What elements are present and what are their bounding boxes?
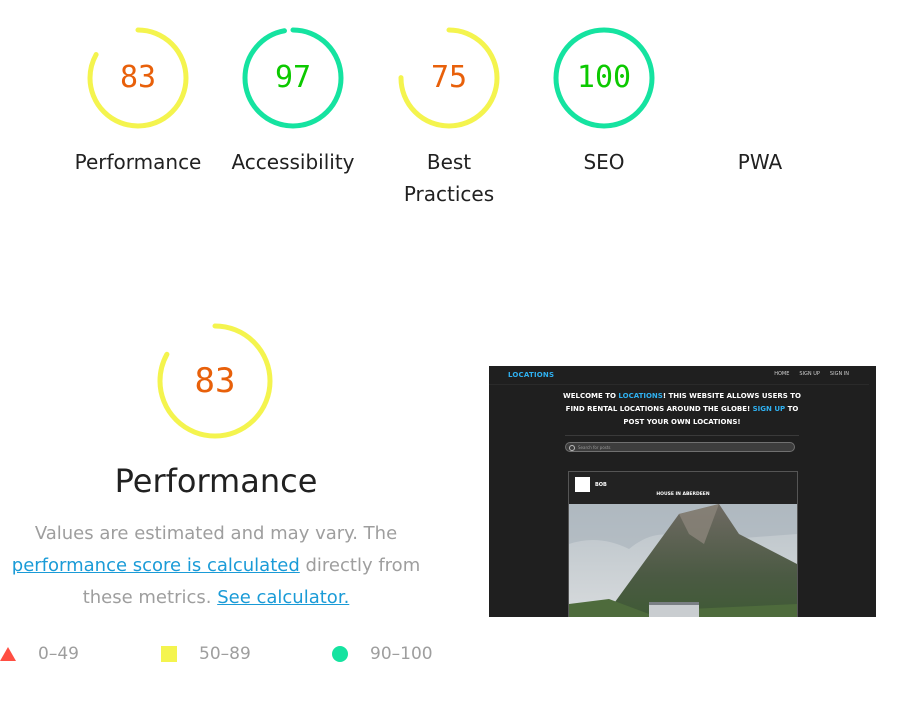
legend-range: 0–49	[38, 644, 79, 664]
category-seo[interactable]: 100 SEO	[529, 26, 679, 178]
legend-range: 50–89	[199, 644, 251, 664]
search-placeholder: Search for posts	[578, 445, 611, 450]
gauge-score: 83	[119, 60, 157, 95]
thumb-post-card: BOB HOUSE IN ABERDEEN	[568, 471, 798, 617]
triangle-icon	[0, 647, 16, 661]
legend-pass: 90–100	[332, 644, 433, 664]
welcome-highlight: LOCATIONS	[618, 392, 663, 400]
thumb-nav-signup: SIGN UP	[799, 371, 820, 377]
gauge-label: PWA	[737, 150, 783, 174]
gauge-score: 100	[576, 60, 632, 95]
gauge-score: 83	[194, 361, 236, 401]
performance-score-gauge: 83	[156, 322, 274, 440]
welcome-part: WELCOME TO	[563, 392, 619, 400]
card-title: HOUSE IN ABERDEEN	[656, 492, 710, 497]
accessibility-gauge: 97	[241, 26, 345, 130]
gauge-label: SEO	[583, 150, 625, 174]
gauge-score: 97	[274, 60, 312, 95]
thumb-nav-signin: SIGN IN	[829, 371, 849, 377]
legend-range: 90–100	[370, 644, 433, 664]
gauge-label: Accessibility	[231, 150, 355, 174]
category-performance[interactable]: 83 Performance	[63, 26, 213, 178]
square-icon	[161, 646, 177, 662]
card-user: BOB	[595, 482, 607, 488]
thumb-brand: LOCATIONS	[508, 371, 555, 379]
welcome-highlight: SIGN UP	[752, 405, 786, 413]
category-best-practices[interactable]: 75 Best Practices	[374, 26, 524, 210]
final-screenshot-thumbnail[interactable]: LOCATIONS HOME SIGN UP SIGN IN WELCOME T…	[489, 366, 876, 617]
performance-title: Performance	[114, 462, 318, 500]
thumb-nav-home: HOME	[774, 371, 790, 377]
legend-fail: 0–49	[0, 644, 79, 664]
thumb-divider	[565, 435, 799, 436]
thumb-welcome-text: WELCOME TO LOCATIONS! THIS WEBSITE ALLOW…	[559, 390, 805, 429]
see-calculator-link[interactable]: See calculator.	[217, 587, 349, 608]
pwa-gauge	[708, 26, 812, 130]
avatar	[575, 477, 590, 492]
seo-gauge: 100	[552, 26, 656, 130]
performance-gauge: 83	[86, 26, 190, 130]
gauge-score: 75	[430, 60, 468, 95]
score-calculated-link[interactable]: performance score is calculated	[12, 555, 300, 576]
thumb-nav-links: HOME SIGN UP SIGN IN	[774, 371, 849, 377]
thumb-navbar: LOCATIONS HOME SIGN UP SIGN IN	[489, 366, 869, 385]
circle-icon	[332, 646, 348, 662]
search-icon	[569, 445, 575, 451]
mountain-photo	[569, 504, 797, 617]
category-pwa[interactable]: PWA	[685, 26, 835, 178]
performance-description: Values are estimated and may vary. The p…	[0, 518, 432, 614]
desc-text: Values are estimated and may vary. The	[34, 523, 398, 544]
gauge-label: Best Practices	[403, 150, 495, 206]
best-practices-gauge: 75	[397, 26, 501, 130]
thumb-search-bar: Search for posts	[565, 442, 795, 452]
gauge-label: Performance	[74, 150, 202, 174]
legend-average: 50–89	[161, 644, 251, 664]
category-accessibility[interactable]: 97 Accessibility	[218, 26, 368, 178]
